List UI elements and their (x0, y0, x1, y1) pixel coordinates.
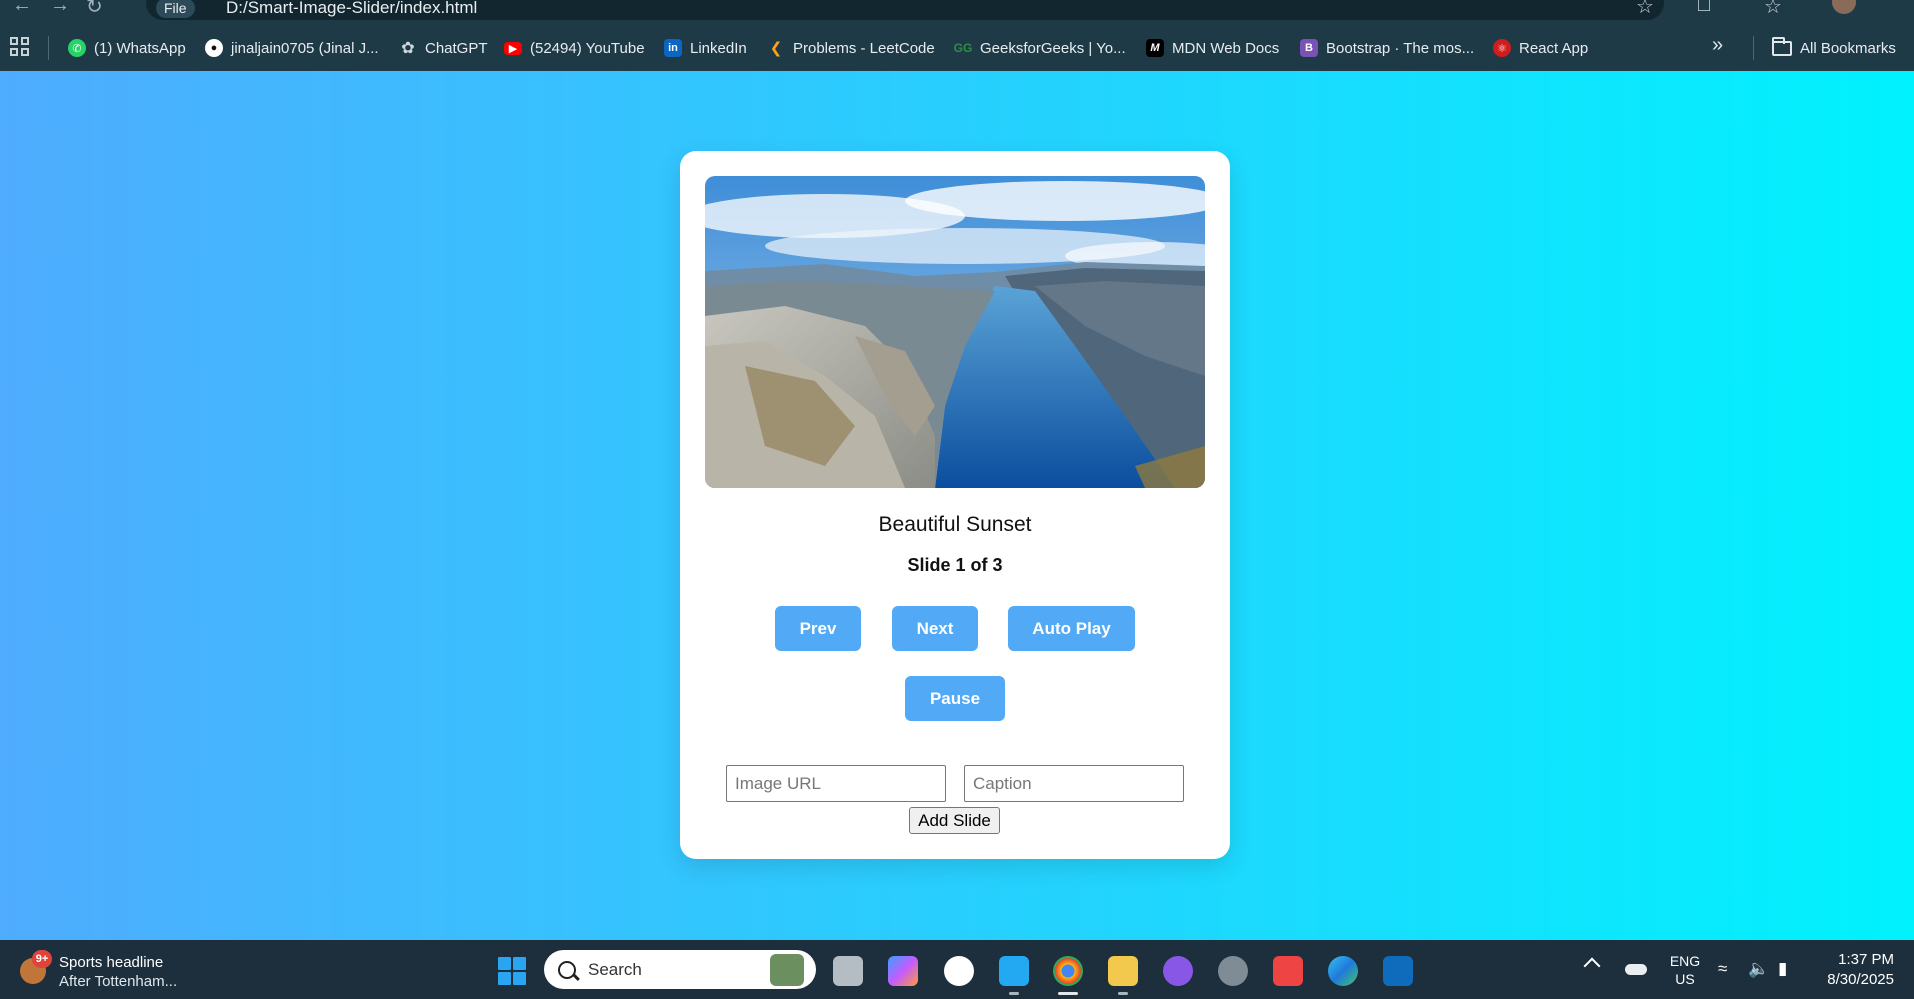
system-clock[interactable]: 1:37 PM 8/30/2025 (1814, 950, 1894, 990)
site-info-chip[interactable]: File (156, 0, 195, 18)
outlook-icon[interactable] (1383, 956, 1413, 986)
volume-icon[interactable]: 🔈 (1748, 959, 1769, 979)
image-url-input[interactable] (726, 765, 946, 802)
caption-input[interactable] (964, 765, 1184, 802)
github-icon: ● (205, 39, 223, 57)
search-icon (558, 960, 576, 979)
bookmark-label: MDN Web Docs (1172, 39, 1280, 57)
windows-taskbar: 9+ Sports headline After Tottenham... Se… (0, 940, 1914, 999)
bookmark-youtube[interactable]: ▶ (52494) YouTube (504, 35, 645, 61)
copilot-icon[interactable] (888, 956, 918, 986)
bookmark-github[interactable]: ● jinaljain0705 (Jinal J... (205, 35, 379, 61)
bookmark-label: ChatGPT (425, 39, 488, 57)
bookmarks-manager-icon[interactable]: ☆ (1764, 0, 1782, 19)
slide-caption: Beautiful Sunset (878, 513, 1032, 536)
bookmark-react-app[interactable]: ⚛ React App (1493, 35, 1588, 61)
notification-badge: 9+ (32, 950, 52, 968)
whatsapp-icon: ✆ (68, 39, 86, 57)
apps-grid-icon[interactable] (10, 37, 30, 57)
bookmark-mdn[interactable]: M MDN Web Docs (1146, 35, 1279, 61)
bookmarks-divider (48, 36, 49, 60)
search-highlight-icon (770, 954, 804, 986)
bookmark-label: (1) WhatsApp (94, 39, 186, 57)
explorer-running-indicator (1118, 992, 1128, 995)
settings-gear-icon[interactable] (1218, 956, 1248, 986)
bookmark-bootstrap[interactable]: B Bootstrap · The mos... (1300, 35, 1474, 61)
geeksforgeeks-icon: GG (953, 41, 973, 55)
bookmark-linkedin[interactable]: in LinkedIn (664, 35, 747, 61)
pause-button[interactable]: Pause (905, 676, 1005, 721)
battery-icon[interactable]: ▮ (1778, 959, 1787, 979)
task-view-icon[interactable] (833, 956, 863, 986)
bookmark-label: jinaljain0705 (Jinal J... (231, 39, 379, 57)
leetcode-icon: ❮ (769, 40, 783, 57)
slider-card: Beautiful Sunset Slide 1 of 3 Prev Next … (680, 151, 1230, 859)
github-desktop-icon[interactable] (1163, 956, 1193, 986)
more-bookmarks-chevron-icon[interactable]: » (1712, 34, 1723, 57)
mdn-icon: M (1146, 39, 1164, 57)
bookmark-whatsapp[interactable]: ✆ (1) WhatsApp (68, 35, 186, 61)
bookmark-label: Problems - LeetCode (793, 39, 935, 57)
add-slide-button[interactable]: Add Slide (909, 807, 1000, 834)
search-label: Search (588, 959, 642, 979)
linkedin-icon: in (664, 39, 682, 57)
slide-counter: Slide 1 of 3 (907, 555, 1003, 575)
react-icon: ⚛ (1493, 39, 1511, 57)
forward-icon[interactable]: → (50, 0, 70, 17)
slide-image (705, 176, 1205, 488)
bootstrap-icon: B (1300, 39, 1318, 57)
profile-avatar[interactable] (1832, 0, 1856, 14)
clock-date: 8/30/2025 (1827, 971, 1894, 988)
clock-time: 1:37 PM (1838, 951, 1894, 968)
youtube-icon: ▶ (504, 41, 522, 55)
all-bookmarks-button[interactable]: All Bookmarks (1772, 35, 1896, 61)
bookmark-geeksforgeeks[interactable]: GG GeeksforGeeks | Yo... (954, 35, 1126, 61)
bookmark-label: GeeksforGeeks | Yo... (980, 39, 1126, 57)
file-explorer-icon[interactable] (1108, 956, 1138, 986)
bookmarks-bar: ✆ (1) WhatsApp ● jinaljain0705 (Jinal J.… (0, 26, 1914, 71)
edge-icon[interactable] (1328, 956, 1358, 986)
bookmark-leetcode[interactable]: ❮ Problems - LeetCode (767, 35, 935, 61)
language-region: US (1675, 971, 1695, 987)
site-info-label: File (164, 0, 187, 16)
anydesk-icon[interactable] (1273, 956, 1303, 986)
browser-toolbar: ← → ↻ File D:/Smart-Image-Slider/index.h… (0, 0, 1914, 26)
onedrive-cloud-icon[interactable] (1625, 964, 1647, 975)
back-icon[interactable]: ← (12, 0, 32, 17)
start-windows-icon[interactable] (498, 957, 526, 985)
language-code: ENG (1669, 953, 1701, 969)
bookmarks-divider (1753, 36, 1754, 60)
auto-play-button[interactable]: Auto Play (1008, 606, 1135, 651)
next-button[interactable]: Next (892, 606, 978, 651)
page-background: Beautiful Sunset Slide 1 of 3 Prev Next … (0, 71, 1914, 940)
news-subtitle: After Tottenham... (59, 973, 178, 990)
bookmark-label: LinkedIn (690, 39, 747, 57)
vscode-icon[interactable] (999, 956, 1029, 986)
bookmark-label: (52494) YouTube (530, 39, 645, 57)
bookmark-label: Bootstrap · The mos... (1326, 39, 1475, 57)
folder-icon (1772, 36, 1792, 56)
chrome-active-indicator (1058, 992, 1078, 995)
wifi-icon[interactable]: ≈ (1718, 959, 1727, 979)
news-title: Sports headline (59, 954, 164, 971)
extensions-icon[interactable]: □ (1698, 0, 1710, 17)
chrome-icon[interactable] (1053, 956, 1083, 986)
chatgpt-icon: ✿ (401, 40, 415, 57)
bookmark-star-icon[interactable]: ☆ (1636, 0, 1654, 19)
url-text[interactable]: D:/Smart-Image-Slider/index.html (226, 0, 477, 18)
vscode-running-indicator (1009, 992, 1019, 995)
input-language-indicator[interactable]: ENG US (1668, 952, 1702, 988)
reload-icon[interactable]: ↻ (86, 0, 103, 19)
mongodb-compass-icon[interactable] (944, 956, 974, 986)
prev-button[interactable]: Prev (775, 606, 861, 651)
news-widget[interactable]: 9+ Sports headline After Tottenham... (18, 950, 198, 990)
fjord-landscape-image (705, 176, 1205, 488)
show-hidden-icons-chevron-icon[interactable] (1583, 957, 1601, 975)
address-bar[interactable]: File D:/Smart-Image-Slider/index.html (146, 0, 1664, 20)
taskbar-search[interactable]: Search (544, 950, 816, 989)
bookmark-chatgpt[interactable]: ✿ ChatGPT (399, 35, 488, 61)
all-bookmarks-label: All Bookmarks (1800, 39, 1896, 57)
bookmark-label: React App (1519, 39, 1589, 57)
